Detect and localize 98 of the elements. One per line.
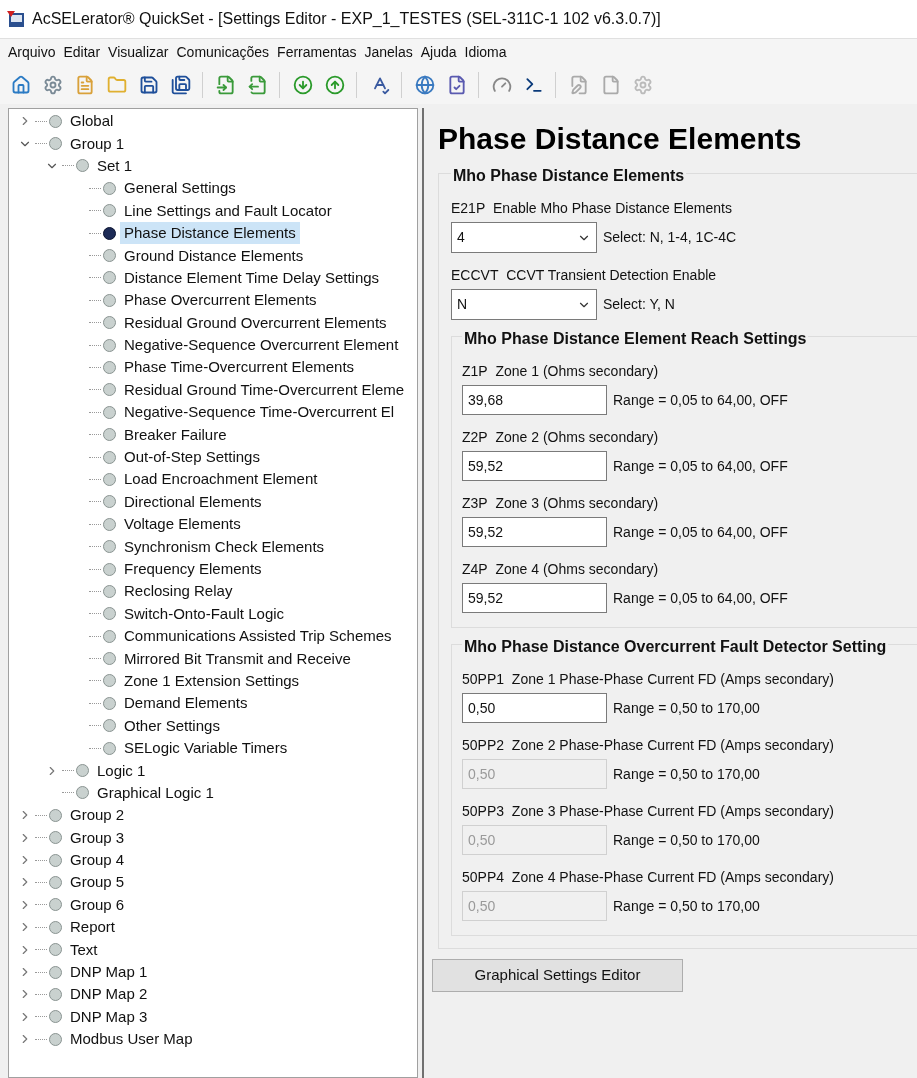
save-all-icon [171,75,191,95]
settings-icon [633,75,653,95]
terminal-icon [524,75,544,95]
setting-label: E21P Enable Mho Phase Distance Elements [451,199,733,218]
tree-item[interactable]: Negative-Sequence Overcurrent Element [120,334,403,357]
page-icon [601,75,621,95]
menu-item[interactable]: Visualizar [108,42,169,63]
window-title: AcSELerator® QuickSet - [Settings Editor - EXP_1_TESTES (SEL-311C-1 102 v6.3.0.7)] [32,9,661,29]
tree-item[interactable]: Text [66,938,102,961]
setting-hint: Range = 0,05 to 64,00, OFF [613,522,788,542]
setting-label: Z4P Zone 4 (Ohms secondary) [462,560,660,579]
app-logo-icon [6,9,26,29]
setting-label: 50PP2 Zone 2 Phase-Phase Current FD (Amps secondary) [462,736,835,755]
tree-item[interactable]: Group 3 [66,826,129,849]
tree-item[interactable]: Residual Ground Time-Overcurrent Eleme [120,378,409,401]
setting-label: ECCVT CCVT Transient Detection Enable [451,266,718,285]
dropdown[interactable]: N [451,289,597,320]
setting-label: Z2P Zone 2 (Ohms secondary) [462,428,660,447]
setting-hint: Range = 0,05 to 64,00, OFF [613,390,788,410]
menu-item[interactable]: Arquivo [8,42,56,63]
upload-icon [325,75,345,95]
tree-item[interactable]: DNP Map 3 [66,1005,152,1028]
setting-label: 50PP3 Zone 3 Phase-Phase Current FD (Amps secondary) [462,802,835,821]
tree-item[interactable]: Out-of-Step Settings [120,446,264,469]
tree-item[interactable]: DNP Map 2 [66,983,152,1006]
input-field[interactable]: 59,52 [462,451,607,481]
tree-item[interactable]: General Settings [120,177,240,200]
tree-item[interactable]: Global [66,110,118,133]
tree-item[interactable]: DNP Map 1 [66,961,152,984]
tree-item[interactable]: Communications Assisted Trip Schemes [120,625,396,648]
tree-item[interactable]: Reclosing Relay [120,580,237,603]
setting-hint: Range = 0,05 to 64,00, OFF [613,456,788,476]
tree-item[interactable]: Zone 1 Extension Settings [120,669,304,692]
tree-item[interactable]: Residual Ground Overcurrent Elements [120,311,391,334]
download-icon [293,75,313,95]
tree-item[interactable]: Distance Element Time Delay Settings [120,266,384,289]
tree-item[interactable]: Phase Time-Overcurrent Elements [120,356,359,379]
tree-item[interactable]: Phase Overcurrent Elements [120,289,321,312]
edit-document-icon [569,75,589,95]
menu-item[interactable]: Idioma [464,42,507,63]
tree-item[interactable]: Group 5 [66,871,129,894]
tree-item[interactable]: Group 1 [66,132,129,155]
document-icon [75,75,95,95]
menu-item[interactable]: Janelas [364,42,413,63]
setting-hint: Range = 0,05 to 64,00, OFF [613,588,788,608]
setting-label: 50PP4 Zone 4 Phase-Phase Current FD (Amps secondary) [462,868,835,887]
tree-item[interactable]: Synchronism Check Elements [120,535,329,558]
tree-item[interactable]: Ground Distance Elements [120,244,308,267]
gauge-icon [492,75,512,95]
globe-icon [415,75,435,95]
tree-item[interactable]: Logic 1 [93,759,150,782]
setting-hint: Select: N, 1-4, 1C-4C [603,228,737,247]
dropdown[interactable]: 4 [451,222,597,253]
menu-item[interactable]: Ajuda [420,42,457,63]
input-field[interactable]: 59,52 [462,517,607,547]
menu-item[interactable]: Comunicações [176,42,270,63]
import-icon [216,75,236,95]
setting-label: Z1P Zone 1 (Ohms secondary) [462,362,660,381]
graphical-editor-button[interactable]: Graphical Settings Editor [432,959,683,992]
tree-item[interactable]: Voltage Elements [120,513,245,536]
setting-label: 50PP1 Zone 1 Phase-Phase Current FD (Amps secondary) [462,670,835,689]
tree-item[interactable]: Line Settings and Fault Locator [120,199,336,222]
tree-item[interactable]: Report [66,916,120,939]
setting-hint: Range = 0,50 to 170,00 [613,698,760,718]
tree-item[interactable]: Group 2 [66,804,129,827]
folder-icon [107,75,127,95]
page-heading: Phase Distance Elements [438,121,803,157]
setting-hint: Range = 0,50 to 170,00 [613,896,760,916]
tree-item[interactable]: Modbus User Map [66,1028,197,1051]
tree-item[interactable]: Mirrored Bit Transmit and Receive [120,647,355,670]
input-field[interactable]: 0,50 [462,693,607,723]
tree-item[interactable]: Group 6 [66,893,129,916]
tree-item[interactable]: Load Encroachment Element [120,468,322,491]
input-field[interactable]: 59,52 [462,583,607,613]
menu-item[interactable]: Editar [63,42,101,63]
menu-item[interactable]: Ferramentas [277,42,357,63]
setting-label: Z3P Zone 3 (Ohms secondary) [462,494,660,513]
tree-item[interactable]: Directional Elements [120,490,266,513]
tree-item[interactable]: Negative-Sequence Time-Overcurrent El [120,401,399,424]
save-icon [139,75,159,95]
setting-hint: Select: Y, N [603,295,675,314]
input-field[interactable]: 39,68 [462,385,607,415]
export-icon [248,75,268,95]
home-icon [11,75,31,95]
setting-hint: Range = 0,50 to 170,00 [613,764,760,784]
setting-hint: Range = 0,50 to 170,00 [613,830,760,850]
tree-item[interactable]: Set 1 [93,154,137,177]
tree-item[interactable]: SELogic Variable Timers [120,737,292,760]
tree-item[interactable]: Breaker Failure [120,423,231,446]
tree-item[interactable]: Frequency Elements [120,558,266,580]
tree-item[interactable]: Group 4 [66,849,129,872]
tree-item[interactable]: Switch-Onto-Fault Logic [120,602,289,625]
checked-document-icon [447,75,467,95]
tree-item[interactable]: Phase Distance Elements [120,222,300,245]
tree-item[interactable]: Graphical Logic 1 [93,781,218,804]
tree-item[interactable]: Other Settings [120,714,224,737]
tree-item[interactable]: Demand Elements [120,692,252,715]
settings-icon [43,75,63,95]
